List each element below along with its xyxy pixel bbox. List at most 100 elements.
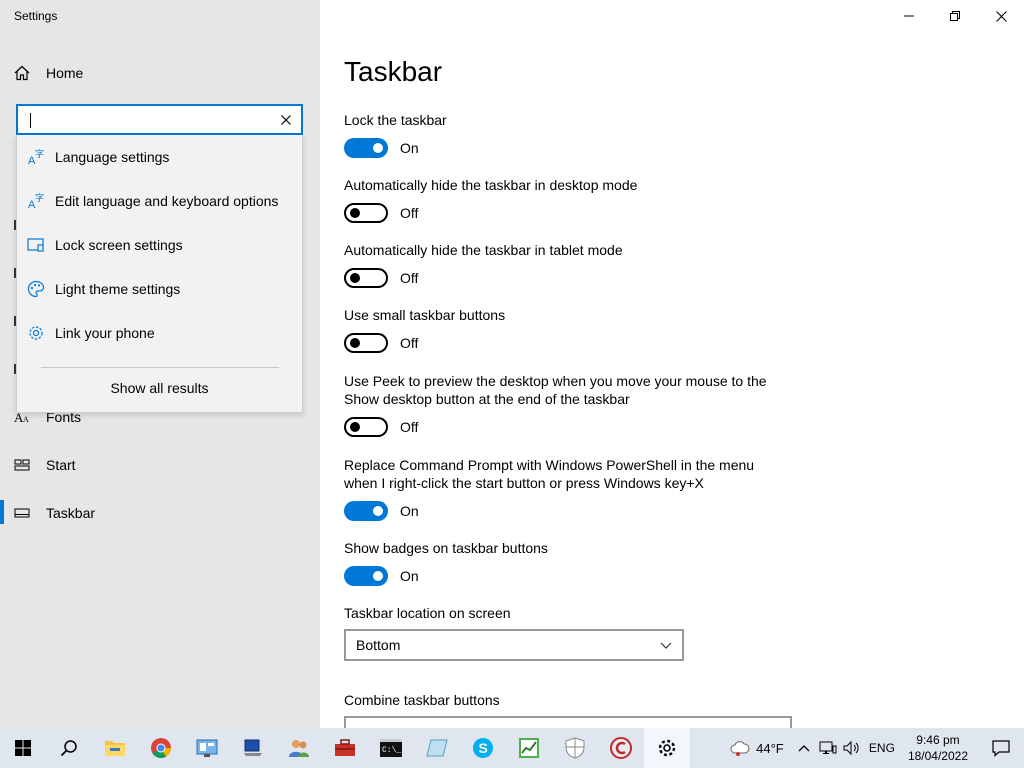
- clear-search-button[interactable]: [277, 111, 295, 129]
- chrome-button[interactable]: [138, 728, 184, 768]
- gear-icon: [657, 738, 677, 758]
- taskbar-location-select[interactable]: Bottom: [344, 629, 684, 661]
- speaker-icon: [843, 740, 861, 756]
- sidebar-item-label: Start: [46, 457, 76, 473]
- skype-icon: S: [472, 737, 494, 759]
- chrome-icon: [150, 737, 172, 759]
- setting-label: Replace Command Prompt with Windows Powe…: [344, 457, 755, 491]
- input-language-button[interactable]: ENG: [864, 728, 900, 768]
- skype-button[interactable]: S: [460, 728, 506, 768]
- app-button-toolbox[interactable]: [322, 728, 368, 768]
- lock-taskbar-toggle[interactable]: [344, 138, 388, 158]
- toggle-state: On: [400, 568, 419, 584]
- windows-logo-icon: [15, 740, 31, 756]
- clock[interactable]: 9:46 pm 18/04/2022: [908, 732, 968, 764]
- svg-text:字: 字: [35, 192, 44, 203]
- show-hidden-icons-button[interactable]: [792, 728, 816, 768]
- combine-label: Combine taskbar buttons: [344, 692, 500, 708]
- close-icon: [995, 10, 1007, 22]
- security-button[interactable]: [552, 728, 598, 768]
- search-box[interactable]: [16, 104, 303, 135]
- system-icon: [242, 738, 264, 758]
- setting-label: Automatically hide the taskbar in deskto…: [344, 177, 638, 193]
- start-button[interactable]: [0, 728, 46, 768]
- app-button-chart[interactable]: [506, 728, 552, 768]
- setting-lock-taskbar: Lock the taskbar On: [344, 111, 784, 158]
- palette-icon: [27, 280, 45, 298]
- network-icon: [819, 740, 837, 756]
- close-window-button[interactable]: [978, 0, 1024, 32]
- start-icon: [14, 457, 30, 473]
- badges-toggle[interactable]: [344, 566, 388, 586]
- settings-taskbar-button[interactable]: [644, 728, 690, 768]
- main-pane: Taskbar Lock the taskbar On Automaticall…: [320, 0, 1024, 730]
- app-button-system[interactable]: [230, 728, 276, 768]
- weather-temp: 44°F: [756, 740, 784, 756]
- setting-label: Show badges on taskbar buttons: [344, 540, 548, 556]
- suggestion-label: Edit language and keyboard options: [55, 193, 279, 209]
- autohide-tablet-toggle[interactable]: [344, 268, 388, 288]
- show-all-results-link[interactable]: Show all results: [17, 380, 302, 396]
- notes-icon: [426, 738, 448, 758]
- peek-toggle[interactable]: [344, 417, 388, 437]
- suggestion-light-theme[interactable]: Light theme settings: [17, 269, 302, 309]
- app-button-command-prompt[interactable]: C:\_: [368, 728, 414, 768]
- suggestion-label: Lock screen settings: [55, 237, 183, 253]
- ccleaner-icon: [610, 737, 632, 759]
- active-indicator: [0, 500, 4, 524]
- setting-badges: Show badges on taskbar buttons On: [344, 539, 784, 586]
- file-explorer-button[interactable]: [92, 728, 138, 768]
- toggle-state: Off: [400, 419, 419, 435]
- svg-text:字: 字: [35, 148, 44, 159]
- cloud-icon: [730, 740, 750, 756]
- chart-app-icon: [518, 737, 540, 759]
- network-button[interactable]: [816, 728, 840, 768]
- suggestion-link-phone[interactable]: Link your phone: [17, 313, 302, 353]
- suggestion-language-settings[interactable]: A字 Language settings: [17, 137, 302, 177]
- search-button[interactable]: [46, 728, 92, 768]
- restore-button[interactable]: [932, 0, 978, 32]
- sidebar-item-label: Taskbar: [46, 505, 96, 521]
- svg-text:A: A: [23, 415, 29, 424]
- toggle-state: Off: [400, 335, 419, 351]
- weather-widget[interactable]: 44°F: [722, 728, 792, 768]
- windows-taskbar: C:\_ S 44°F ENG 9:46 pm 18/04/2022: [0, 728, 1024, 768]
- nav-home[interactable]: Home: [14, 62, 83, 84]
- nav-home-label: Home: [46, 65, 84, 81]
- sidebar-item-taskbar[interactable]: Taskbar: [14, 502, 95, 524]
- lock-screen-icon: [27, 236, 45, 254]
- app-button-control-panel[interactable]: [184, 728, 230, 768]
- suggestion-lock-screen[interactable]: Lock screen settings: [17, 225, 302, 265]
- search-input[interactable]: [26, 110, 266, 130]
- setting-autohide-tablet: Automatically hide the taskbar in tablet…: [344, 241, 784, 288]
- ccleaner-button[interactable]: [598, 728, 644, 768]
- setting-label: Lock the taskbar: [344, 112, 447, 128]
- location-label: Taskbar location on screen: [344, 605, 511, 621]
- users-icon: [288, 737, 310, 759]
- powershell-toggle[interactable]: [344, 501, 388, 521]
- language-indicator: ENG: [868, 741, 895, 755]
- setting-powershell: Replace Command Prompt with Windows Powe…: [344, 456, 784, 521]
- home-icon: [14, 65, 30, 81]
- left-pane: Settings Home AA Fonts Start Taskbar A 字…: [0, 0, 320, 728]
- gear-icon: [27, 324, 45, 342]
- sidebar-item-start[interactable]: Start: [14, 454, 76, 476]
- minimize-button[interactable]: [886, 0, 932, 32]
- volume-button[interactable]: [840, 728, 864, 768]
- toggle-state: Off: [400, 270, 419, 286]
- autohide-desktop-toggle[interactable]: [344, 203, 388, 223]
- chevron-up-icon: [798, 744, 810, 752]
- taskbar-icon: [14, 505, 30, 521]
- toggle-state: On: [400, 140, 419, 156]
- app-button-notes[interactable]: [414, 728, 460, 768]
- setting-autohide-desktop: Automatically hide the taskbar in deskto…: [344, 176, 784, 223]
- small-buttons-toggle[interactable]: [344, 333, 388, 353]
- search-icon: [60, 739, 78, 757]
- suggestion-label: Language settings: [55, 149, 170, 165]
- chevron-down-icon: [660, 639, 672, 651]
- suggestion-edit-language[interactable]: A字 Edit language and keyboard options: [17, 181, 302, 221]
- notifications-button[interactable]: [978, 728, 1024, 768]
- search-suggestions: A字 Language settings A字 Edit language an…: [16, 135, 303, 413]
- suggestion-label: Light theme settings: [55, 281, 181, 297]
- app-button-users[interactable]: [276, 728, 322, 768]
